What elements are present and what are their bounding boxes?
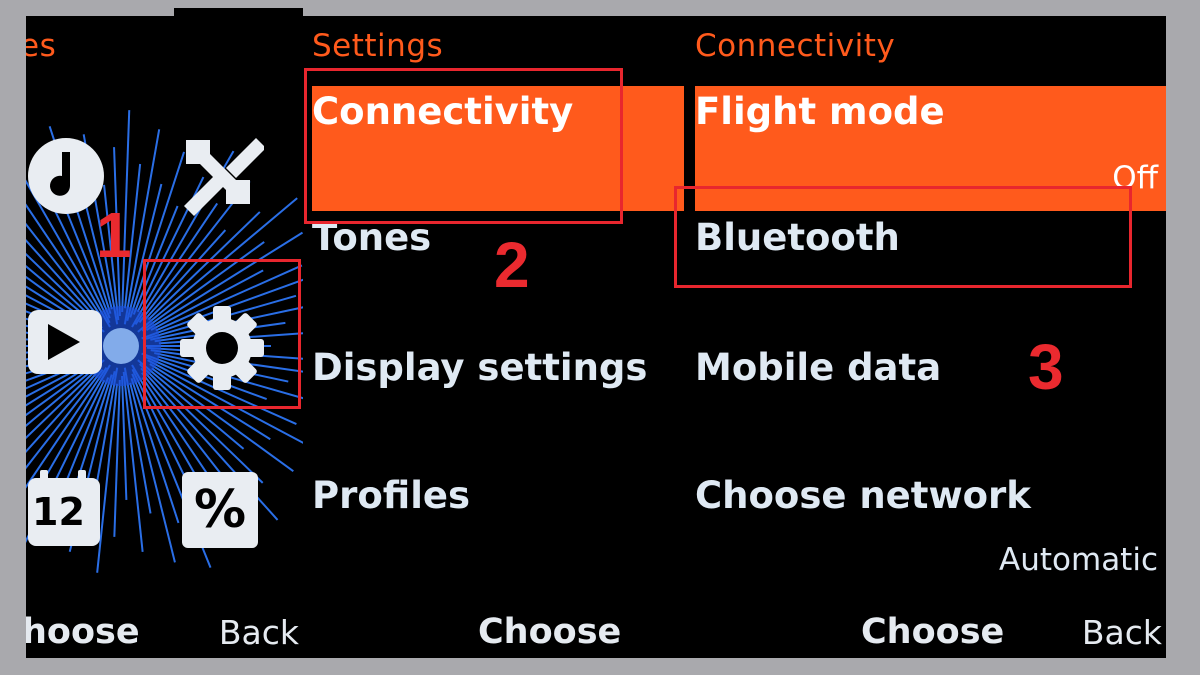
screen-title: Settings (312, 28, 444, 64)
step-number-2: 2 (494, 229, 530, 301)
menu-item-choose-network[interactable]: Choose network Automatic (695, 474, 1166, 584)
center-softkey[interactable]: Choose (861, 612, 1004, 652)
right-softkey[interactable]: Back (219, 613, 299, 652)
calculator-symbol: % (193, 480, 247, 540)
calendar-date: 12 (32, 490, 85, 534)
right-softkey[interactable]: Back (1082, 613, 1162, 652)
connectivity-screen: Connectivity Flight mode Off Bluetooth M… (687, 16, 1166, 658)
step-number-1: 1 (96, 199, 132, 271)
menu-item-label: Mobile data (695, 346, 942, 389)
menu-item-profiles[interactable]: Profiles (312, 474, 684, 534)
left-softkey[interactable]: hoose (26, 612, 140, 652)
menu-item-display-settings[interactable]: Display settings (312, 346, 684, 406)
menu-item-label: Choose network (695, 474, 1031, 517)
calendar-icon[interactable]: 12 (26, 468, 104, 548)
video-icon[interactable] (26, 306, 106, 384)
highlight-bluetooth (674, 186, 1132, 288)
tools-icon[interactable] (176, 126, 266, 226)
music-icon[interactable] (26, 134, 104, 222)
highlight-settings-icon (143, 259, 301, 409)
menu-item-mobile-data[interactable]: Mobile data (695, 346, 1166, 406)
menu-item-label: Flight mode (695, 90, 945, 133)
center-softkey[interactable]: Choose (478, 612, 621, 652)
menu-item-label: Display settings (312, 346, 648, 389)
network-mode-value: Automatic (999, 542, 1158, 578)
screen-title: Connectivity (695, 28, 896, 64)
screen-title: es (26, 28, 57, 64)
calculator-icon[interactable]: % (182, 472, 258, 548)
step-number-3: 3 (1028, 331, 1064, 403)
menu-item-label: Profiles (312, 474, 471, 517)
highlight-connectivity (304, 68, 623, 224)
